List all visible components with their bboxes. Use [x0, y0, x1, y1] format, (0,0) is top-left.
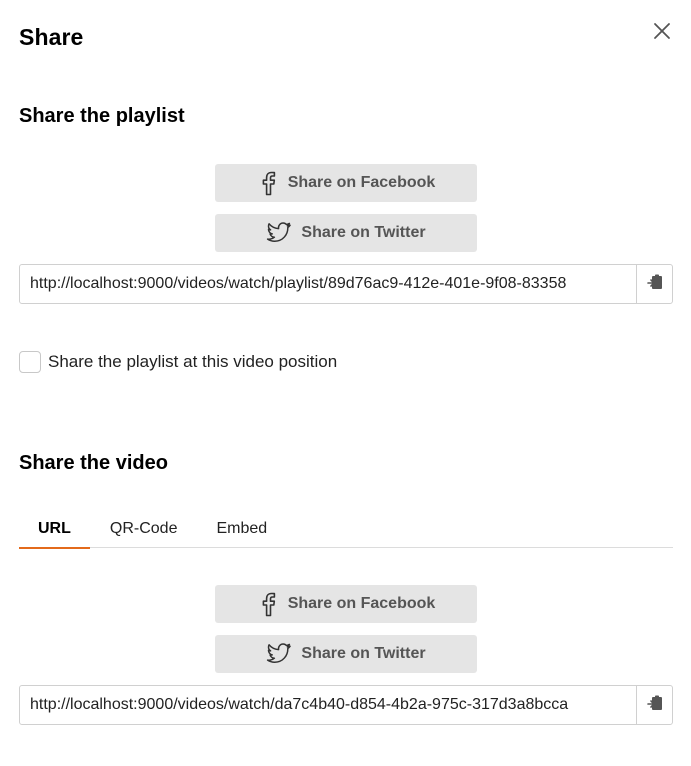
- playlist-position-checkbox[interactable]: [19, 351, 41, 373]
- video-url-group: [19, 685, 673, 725]
- video-facebook-button[interactable]: Share on Facebook: [215, 585, 477, 623]
- clipboard-icon: [646, 273, 663, 296]
- facebook-label: Share on Facebook: [287, 595, 436, 612]
- video-twitter-button[interactable]: Share on Twitter: [215, 635, 477, 673]
- playlist-position-option[interactable]: Share the playlist at this video positio…: [19, 351, 337, 373]
- twitter-label: Share on Twitter: [301, 645, 426, 662]
- playlist-facebook-button[interactable]: Share on Facebook: [215, 164, 477, 202]
- video-copy-button[interactable]: [636, 686, 672, 724]
- clipboard-icon: [646, 694, 663, 717]
- video-url-input[interactable]: [20, 686, 636, 724]
- share-dialog: Share Share the playlist Share on Facebo…: [0, 0, 691, 766]
- tab-url[interactable]: URL: [19, 515, 90, 549]
- facebook-icon: [257, 170, 279, 196]
- playlist-copy-button[interactable]: [636, 265, 672, 303]
- video-heading: Share the video: [19, 452, 168, 474]
- facebook-label: Share on Facebook: [287, 174, 436, 191]
- playlist-position-label: Share the playlist at this video positio…: [48, 352, 338, 371]
- close-icon[interactable]: [651, 20, 673, 42]
- twitter-label: Share on Twitter: [301, 224, 426, 241]
- playlist-url-input[interactable]: [20, 265, 636, 303]
- tab-qr-code[interactable]: QR-Code: [90, 515, 198, 548]
- tab-embed[interactable]: Embed: [197, 515, 286, 548]
- playlist-twitter-button[interactable]: Share on Twitter: [215, 214, 477, 252]
- twitter-icon: [266, 220, 292, 246]
- facebook-icon: [257, 591, 279, 617]
- playlist-heading: Share the playlist: [19, 105, 185, 127]
- dialog-title: Share: [19, 24, 84, 50]
- video-share-tabs: URL QR-Code Embed: [19, 515, 673, 549]
- twitter-icon: [266, 641, 292, 667]
- playlist-url-group: [19, 264, 673, 304]
